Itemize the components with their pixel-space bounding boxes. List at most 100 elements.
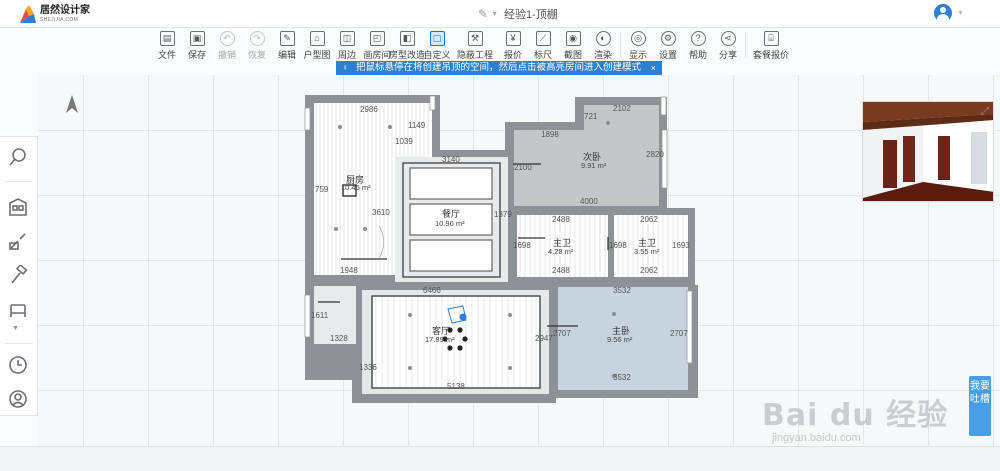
main-toolbar: ▤ 文件 ▣ 保存 ↶ 撤销 ↷ 恢复 ✎ 编辑 ⌂ 户型图 ◫ 周边 ◰ 画房间 ◧ 房型改造 … (152, 28, 794, 61)
renovate-label: 房型改造 (389, 50, 426, 60)
draw-room-label: 画房间 (363, 50, 391, 60)
clock-icon (9, 356, 27, 374)
feedback-tab[interactable]: 我要吐槽 (969, 376, 991, 436)
toolbar-divider (620, 32, 621, 57)
help-button[interactable]: ? 帮助 (683, 28, 713, 61)
user-menu[interactable]: ▼ (934, 4, 964, 22)
3d-preview[interactable]: ⤢ (862, 101, 994, 202)
render-label: 渲染 (593, 50, 612, 60)
save-button[interactable]: ▣ 保存 (182, 28, 212, 61)
floorplan-icon: ⌂ (309, 31, 325, 46)
chevron-down-icon[interactable]: ▼ (957, 10, 964, 17)
ruler-button[interactable]: ⟋ 标尺 (528, 28, 558, 61)
chevron-down-icon[interactable]: ▼ (12, 325, 19, 332)
perimeter-label: 周边 (337, 50, 356, 60)
draw-room-icon: ◰ (369, 31, 385, 46)
share-label: 分享 (718, 50, 737, 60)
render-button[interactable]: ◐ 渲染 (588, 28, 618, 61)
watermark-sub: jingyan.baidu.com (772, 432, 861, 444)
edit-label: 编辑 (277, 50, 296, 60)
screenshot-label: 截图 (563, 50, 582, 60)
custom-label: 自定义 (423, 50, 451, 60)
user-circle-icon (9, 390, 27, 408)
hidden-works-button[interactable]: ⚒ 隐蔽工程 (452, 28, 498, 61)
toolbar-divider (745, 32, 746, 57)
furniture-button[interactable] (6, 297, 30, 321)
history-button[interactable] (6, 353, 30, 377)
quote-label: 报价 (503, 50, 522, 60)
undo-icon: ↶ (219, 31, 235, 46)
renovate-icon: ◧ (399, 31, 415, 46)
lightbulb-icon: ♀ (342, 63, 348, 72)
undo-label: 撤销 (217, 50, 236, 60)
app-logo[interactable]: 居然设计家 SHEJIJIA.COM (20, 3, 90, 25)
edit-icon: ✎ (279, 31, 295, 46)
3d-room-render (863, 102, 993, 201)
package-quote-button[interactable]: ⌸ 套餐报价 (748, 28, 794, 61)
search-button[interactable] (6, 145, 30, 169)
decoration-button[interactable] (6, 229, 30, 253)
quote-icon: ¥ (505, 31, 521, 46)
help-label: 帮助 (688, 50, 707, 60)
package-quote-icon: ⌸ (763, 31, 779, 46)
hint-banner: ♀ 把鼠标悬停在将创建吊顶的空间，然后点击被高亮房间进入创建模式 × (336, 61, 662, 75)
logo-subtitle: SHEJIJIA.COM (40, 16, 79, 23)
eye-icon: ◎ (630, 31, 646, 46)
avatar[interactable] (934, 4, 953, 22)
ruler-icon: ⟋ (535, 31, 551, 46)
draw-room-button[interactable]: ◰ 画房间 (362, 28, 392, 61)
floorplan-button[interactable]: ⌂ 户型图 (302, 28, 332, 61)
redo-button[interactable]: ↷ 恢复 (242, 28, 272, 61)
compass-icon (66, 95, 78, 113)
settings-button[interactable]: ⚙ 设置 (653, 28, 683, 61)
redo-label: 恢复 (247, 50, 266, 60)
logo-name: 居然设计家 (40, 4, 90, 16)
screenshot-button[interactable]: ◉ 截图 (558, 28, 588, 61)
logo-mark-icon (20, 5, 36, 23)
screenshot-icon: ◉ (565, 31, 581, 46)
custom-icon: ▢ (429, 31, 445, 46)
perimeter-icon: ◫ (339, 31, 355, 46)
hammer-icon (11, 265, 28, 284)
file-label: 文件 (157, 50, 176, 60)
share-icon: ⋖ (720, 31, 736, 46)
building-catalog-button[interactable] (6, 195, 30, 219)
watermark: Bai du 经验 jingyan.baidu.com (762, 390, 948, 444)
save-label: 保存 (187, 50, 206, 60)
pencil-icon[interactable]: ✎ (478, 7, 488, 21)
hidden-works-icon: ⚒ (467, 31, 483, 46)
sofa-icon (10, 304, 26, 317)
document-title[interactable]: 经验1-顶棚 (504, 6, 558, 22)
account-button[interactable] (6, 387, 30, 411)
renovate-button[interactable]: ◧ 房型改造 (389, 28, 426, 61)
rail-divider (5, 181, 33, 182)
document-title-group[interactable]: ✎ ▼ 经验1-顶棚 (478, 5, 558, 23)
search-icon (9, 148, 26, 166)
hint-text: 把鼠标悬停在将创建吊顶的空间，然后点击被高亮房间进入创建模式 (356, 62, 642, 73)
undo-button[interactable]: ↶ 撤销 (212, 28, 242, 61)
custom-ceiling-button[interactable]: ▢ 自定义 (422, 28, 452, 61)
perimeter-button[interactable]: ◫ 周边 (332, 28, 362, 61)
share-button[interactable]: ⋖ 分享 (713, 28, 743, 61)
hidden-works-label: 隐蔽工程 (456, 50, 493, 60)
help-icon: ? (690, 31, 706, 46)
brush-tools-icon (9, 233, 26, 250)
save-icon: ▣ (189, 31, 205, 46)
gear-icon: ⚙ (660, 31, 676, 46)
edit-button[interactable]: ✎ 编辑 (272, 28, 302, 61)
display-button[interactable]: ◎ 显示 (623, 28, 653, 61)
watermark-main: Bai du 经验 (762, 398, 949, 433)
top-header: 居然设计家 SHEJIJIA.COM ✎ ▼ 经验1-顶棚 ▼ (0, 0, 1000, 28)
chevron-down-icon[interactable]: ▼ (491, 11, 498, 18)
close-icon[interactable]: × (651, 61, 656, 75)
quote-button[interactable]: ¥ 报价 (498, 28, 528, 61)
left-tool-rail: ▼ (0, 136, 38, 416)
render-icon: ◐ (595, 31, 611, 46)
expand-icon[interactable]: ⤢ (981, 106, 989, 117)
building-icon (9, 198, 27, 216)
status-bar (0, 446, 1000, 471)
package-quote-label: 套餐报价 (752, 50, 789, 60)
floorplan-label: 户型图 (303, 50, 331, 60)
file-button[interactable]: ▤ 文件 (152, 28, 182, 61)
hardware-button[interactable] (6, 263, 30, 287)
